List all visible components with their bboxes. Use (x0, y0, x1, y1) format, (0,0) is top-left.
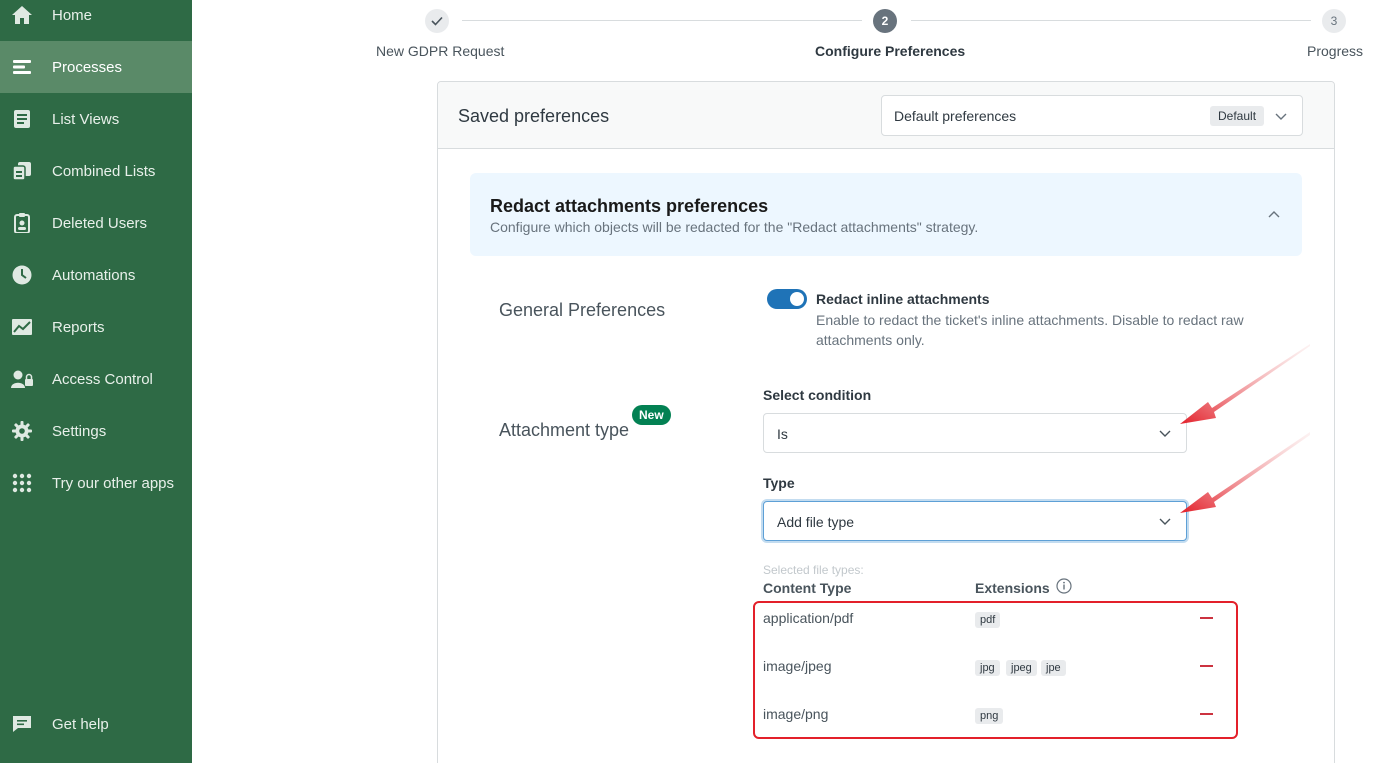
sidebar-item-home[interactable]: Home (0, 0, 192, 41)
saved-preferences-value: Default preferences (894, 108, 1017, 124)
file-type-select[interactable]: Add file type (763, 501, 1187, 541)
toggle-knob (790, 292, 804, 306)
section-subtitle: Configure which objects will be redacted… (490, 219, 979, 235)
section-title: Redact attachments preferences (490, 196, 769, 216)
type-label: Type (763, 475, 795, 491)
step-1-label: New GDPR Request (376, 43, 505, 59)
sidebar-item-list-views[interactable]: List Views (0, 93, 192, 145)
sidebar-item-deleted-users[interactable]: Deleted Users (0, 197, 192, 249)
annotation-highlight-box (753, 601, 1238, 739)
deleted-users-icon (11, 212, 33, 234)
chat-icon (11, 713, 33, 735)
new-badge: New (632, 405, 671, 425)
sidebar-item-label: List Views (52, 110, 120, 128)
step-connector (462, 20, 862, 21)
select-condition-label: Select condition (763, 387, 872, 403)
gear-icon (11, 420, 33, 442)
clock-icon (11, 264, 33, 286)
step-connector (911, 20, 1311, 21)
panel-header: Saved preferences Default preferences De… (438, 82, 1334, 149)
step-2-label: Configure Preferences (815, 43, 966, 59)
toggle-title: Redact inline attachments (816, 291, 990, 307)
sidebar-item-label: Access Control (52, 370, 153, 388)
sidebar-item-label: Home (52, 6, 93, 24)
annotation-arrows (1180, 344, 1310, 513)
sidebar-item-label: Deleted Users (52, 214, 148, 232)
sidebar-item-settings[interactable]: Settings (0, 405, 192, 457)
sidebar-item-access-control[interactable]: Access Control (0, 353, 192, 405)
arrow-to-condition (1180, 344, 1310, 424)
general-preferences-label: General Preferences (499, 300, 666, 320)
chevron-up-icon[interactable] (1268, 209, 1280, 221)
content-type-header: Content Type (763, 580, 852, 596)
selected-file-types-caption: Selected file types: (763, 563, 864, 577)
sidebar-item-label: Combined Lists (52, 162, 156, 180)
apps-grid-icon (11, 472, 33, 494)
file-type-value: Add file type (777, 514, 855, 530)
chart-icon (11, 316, 33, 338)
processes-icon (11, 56, 33, 78)
chevron-down-icon (1275, 113, 1287, 120)
sidebar-item-reports[interactable]: Reports (0, 301, 192, 353)
step-3-label: Progress (1307, 43, 1364, 59)
sidebar-item-label: Automations (52, 266, 136, 284)
sidebar-item-label: Try our other apps (52, 474, 174, 492)
list-views-icon (11, 108, 33, 130)
get-help-label: Get help (52, 715, 109, 733)
info-icon[interactable] (1056, 578, 1072, 594)
arrow-to-type (1180, 432, 1310, 513)
sidebar-item-label: Settings (52, 422, 107, 440)
redact-inline-toggle[interactable] (767, 289, 807, 309)
saved-preferences-select[interactable]: Default preferences Default (881, 95, 1303, 136)
step-3-number: 3 (1322, 9, 1346, 33)
sidebar-item-label: Reports (52, 318, 105, 336)
sidebar: Home Processes List Views Combined Lists… (0, 0, 192, 763)
condition-select[interactable]: Is (763, 413, 1187, 453)
step-1-check-icon (425, 9, 449, 33)
redact-attachments-section[interactable]: Redact attachments preferences Configure… (470, 173, 1302, 256)
step-2-number: 2 (873, 9, 897, 33)
home-icon (11, 4, 33, 26)
sidebar-item-other-apps[interactable]: Try our other apps (0, 457, 192, 509)
default-badge: Default (1210, 106, 1265, 126)
sidebar-item-combined-lists[interactable]: Combined Lists (0, 145, 192, 197)
saved-preferences-title: Saved preferences (458, 106, 610, 126)
sidebar-item-processes[interactable]: Processes (0, 41, 192, 93)
sidebar-item-label: Processes (52, 58, 123, 76)
condition-value: Is (777, 426, 788, 442)
get-help-button[interactable]: Get help (0, 698, 192, 750)
sidebar-item-automations[interactable]: Automations (0, 249, 192, 301)
extensions-header: Extensions (975, 580, 1050, 596)
attachment-type-label: Attachment type (499, 420, 630, 440)
combined-lists-icon (11, 160, 33, 182)
user-lock-icon (11, 368, 33, 390)
